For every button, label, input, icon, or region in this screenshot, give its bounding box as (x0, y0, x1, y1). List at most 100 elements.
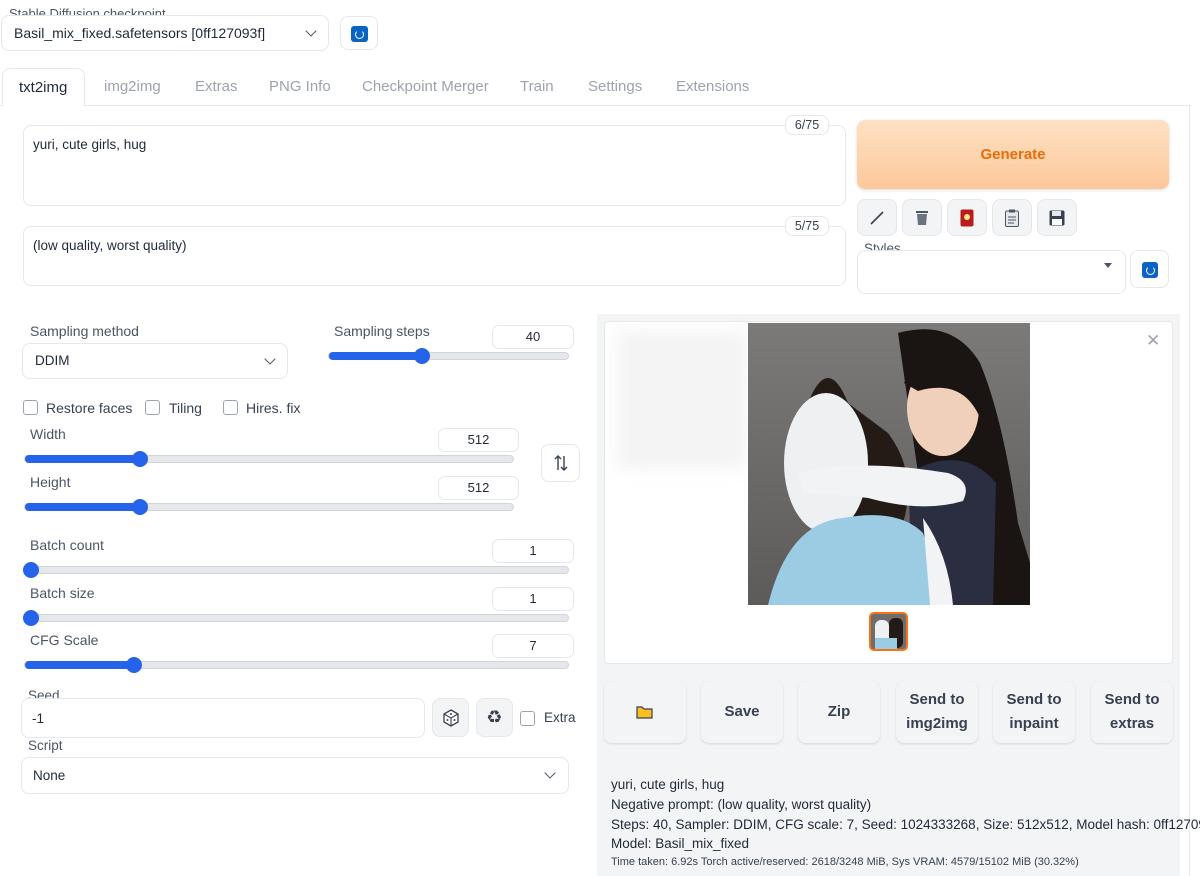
trash-icon (916, 211, 928, 225)
extra-seed-checkbox[interactable] (520, 711, 535, 726)
refresh-icon (1142, 262, 1158, 278)
sampling-steps-label: Sampling steps (334, 323, 430, 339)
send-to-inpaint-button[interactable]: Send to inpaint (993, 681, 1075, 743)
hires-fix-checkbox[interactable] (223, 400, 238, 415)
gallery-thumbnail[interactable] (869, 612, 908, 651)
batch-size-label: Batch size (30, 585, 95, 601)
slider-thumb[interactable] (23, 610, 39, 626)
tiling-checkbox[interactable] (145, 400, 160, 415)
extra-networks-button[interactable] (947, 199, 987, 236)
dropdown-caret-icon (1104, 263, 1112, 268)
checkpoint-select[interactable]: Basil_mix_fixed.safetensors [0ff127093f] (1, 15, 329, 51)
height-slider[interactable] (24, 499, 514, 515)
width-slider[interactable] (24, 451, 514, 467)
script-label: Script (28, 738, 63, 753)
sampling-method-select[interactable]: DDIM (22, 343, 288, 379)
batch-count-label: Batch count (30, 537, 104, 553)
tab-panel-border (1189, 105, 1190, 876)
sampling-method-label: Sampling method (30, 323, 139, 339)
info-model: Model: Basil_mix_fixed (611, 836, 750, 851)
script-select[interactable]: None (21, 757, 569, 794)
slider-fill (25, 503, 140, 511)
tab-img2img[interactable]: img2img (104, 78, 161, 95)
prompt-textarea[interactable]: yuri, cute girls, hug (23, 125, 846, 206)
slider-thumb[interactable] (131, 451, 148, 467)
batch-size-input[interactable]: 1 (492, 587, 574, 611)
tab-bar-line (0, 105, 1191, 106)
slider-thumb[interactable] (125, 657, 142, 673)
sampling-steps-slider[interactable] (328, 348, 569, 364)
send-to-img2img-label: Send to img2img (906, 691, 968, 732)
slider-fill (25, 455, 140, 463)
generate-button[interactable]: Generate (857, 120, 1169, 189)
batch-count-input[interactable]: 1 (492, 539, 574, 563)
batch-count-slider[interactable] (23, 562, 569, 578)
read-params-button[interactable] (857, 199, 897, 236)
checkpoint-refresh-button[interactable] (340, 16, 378, 50)
tab-train[interactable]: Train (520, 78, 554, 95)
cfg-scale-label: CFG Scale (30, 632, 99, 648)
negative-prompt-text: (low quality, worst quality) (33, 238, 187, 253)
close-icon[interactable]: ✕ (1146, 331, 1160, 351)
random-seed-button[interactable] (432, 698, 469, 737)
slider-thumb[interactable] (23, 562, 39, 578)
seed-value: -1 (32, 711, 45, 726)
sampling-steps-input[interactable]: 40 (492, 325, 574, 349)
swap-dimensions-button[interactable] (541, 444, 580, 482)
chevron-down-icon (264, 353, 276, 365)
dice-icon (442, 708, 459, 727)
prompt-text: yuri, cute girls, hug (33, 137, 147, 152)
restore-faces-checkbox[interactable] (23, 400, 38, 415)
tab-txt2img[interactable]: txt2img (2, 68, 85, 106)
cfg-scale-input[interactable]: 7 (492, 634, 574, 658)
tab-label: txt2img (19, 79, 68, 96)
swap-arrows-icon (554, 455, 567, 471)
generated-image[interactable] (748, 323, 1030, 605)
slider-thumb[interactable] (414, 348, 431, 364)
send-to-img2img-button[interactable]: Send to img2img (896, 681, 978, 743)
chevron-down-icon (305, 25, 317, 37)
checkpoint-value: Basil_mix_fixed.safetensors [0ff127093f] (14, 25, 266, 41)
info-negative-prompt: Negative prompt: (low quality, worst qua… (611, 797, 872, 812)
styles-dropdown[interactable] (857, 250, 1126, 294)
clear-prompt-button[interactable] (902, 199, 942, 236)
zip-button[interactable]: Zip (798, 681, 880, 743)
send-to-extras-button[interactable]: Send to extras (1091, 681, 1173, 743)
floppy-disk-icon (1049, 210, 1065, 225)
tab-checkpoint-merger[interactable]: Checkpoint Merger (362, 78, 489, 95)
reuse-seed-button[interactable]: ♻ (476, 698, 513, 737)
refresh-icon (351, 26, 368, 42)
slider-thumb[interactable] (131, 499, 148, 515)
restore-faces-label: Restore faces (46, 400, 133, 416)
tiling-label: Tiling (169, 400, 202, 416)
recycle-icon: ♻ (486, 707, 503, 728)
save-style-button[interactable] (1037, 199, 1077, 236)
chevron-down-icon (544, 767, 556, 779)
card-icon (960, 209, 974, 226)
slider-fill (329, 352, 423, 360)
hires-fix-label: Hires. fix (246, 400, 301, 416)
clipboard-icon (1005, 209, 1019, 227)
styles-refresh-button[interactable] (1130, 250, 1169, 288)
height-label: Height (30, 474, 71, 490)
sampling-method-value: DDIM (35, 353, 70, 368)
width-label: Width (30, 426, 66, 442)
tab-extras[interactable]: Extras (195, 78, 238, 95)
tab-png-info[interactable]: PNG Info (269, 78, 331, 95)
tab-settings[interactable]: Settings (588, 78, 642, 95)
open-folder-button[interactable] (604, 681, 686, 743)
seed-input[interactable]: -1 (21, 698, 425, 738)
blurred-preview (617, 330, 747, 470)
height-input[interactable]: 512 (438, 476, 519, 500)
cfg-scale-slider[interactable] (24, 657, 569, 673)
generate-label: Generate (980, 146, 1046, 163)
send-to-inpaint-label: Send to inpaint (1006, 691, 1062, 732)
slider-fill (25, 661, 134, 669)
width-input[interactable]: 512 (438, 428, 519, 452)
prompt-token-counter: 6/75 (785, 115, 829, 135)
save-button[interactable]: Save (701, 681, 783, 743)
batch-size-slider[interactable] (23, 610, 569, 626)
negative-prompt-textarea[interactable]: (low quality, worst quality) (23, 226, 846, 286)
tab-extensions[interactable]: Extensions (676, 78, 749, 95)
apply-style-button[interactable] (992, 199, 1032, 236)
